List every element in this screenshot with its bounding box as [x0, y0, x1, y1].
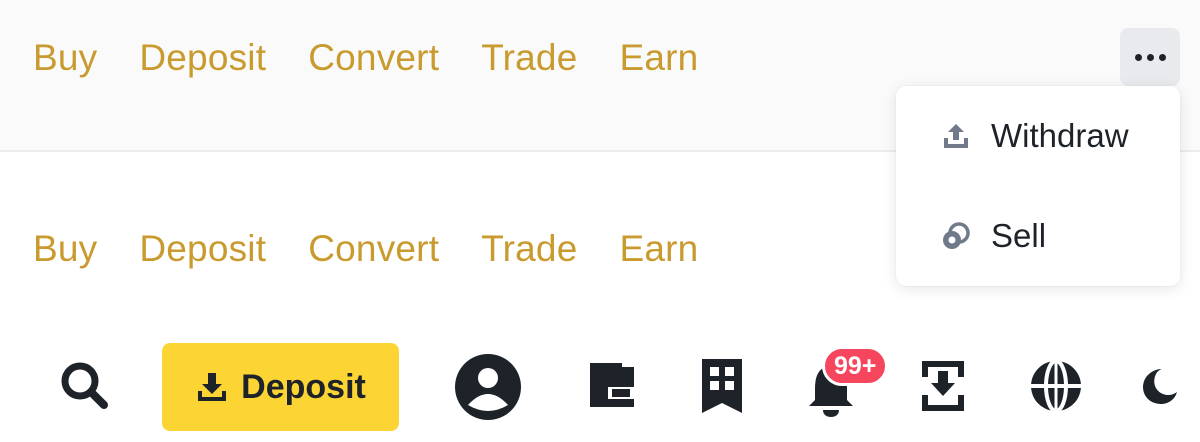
orders-icon [702, 359, 742, 413]
download-app-icon [922, 361, 964, 411]
nav-link-earn[interactable]: Earn [619, 227, 698, 271]
account-button[interactable] [454, 353, 522, 421]
nav-link-deposit[interactable]: Deposit [139, 36, 266, 80]
more-dot [1158, 53, 1166, 61]
menu-item-label: Sell [991, 217, 1047, 254]
more-button[interactable] [1120, 28, 1180, 86]
nav-link-trade[interactable]: Trade [481, 36, 577, 80]
more-dot [1146, 53, 1154, 61]
toolbar: Deposit 99+ [0, 340, 1200, 440]
search-button[interactable] [56, 357, 112, 413]
orders-button[interactable] [700, 357, 744, 415]
nav-link-earn[interactable]: Earn [619, 36, 698, 80]
nav-links-bottom: Buy Deposit Convert Trade Earn [33, 227, 698, 271]
search-icon [61, 362, 108, 409]
nav-link-convert[interactable]: Convert [308, 227, 439, 271]
deposit-button[interactable]: Deposit [162, 343, 399, 431]
sell-icon [943, 222, 970, 249]
more-dropdown-menu: Withdraw Sell [896, 86, 1180, 286]
theme-toggle-button[interactable] [1138, 366, 1178, 406]
notification-badge: 99+ [822, 346, 889, 386]
nav-link-buy[interactable]: Buy [33, 227, 97, 271]
deposit-button-label: Deposit [241, 368, 366, 406]
globe-icon [1031, 359, 1081, 413]
wallet-icon [590, 363, 634, 407]
moon-icon [1143, 369, 1177, 404]
user-avatar-icon [455, 354, 521, 420]
nav-link-convert[interactable]: Convert [308, 36, 439, 80]
nav-link-trade[interactable]: Trade [481, 227, 577, 271]
language-button[interactable] [1028, 358, 1084, 414]
wallet-button[interactable] [588, 359, 636, 411]
nav-links-top: Buy Deposit Convert Trade Earn [33, 36, 698, 80]
download-app-button[interactable] [920, 359, 966, 413]
menu-item-withdraw[interactable]: Withdraw [896, 106, 1180, 166]
upload-icon [944, 124, 968, 148]
download-icon [198, 373, 227, 401]
nav-link-deposit[interactable]: Deposit [139, 227, 266, 271]
menu-item-label: Withdraw [991, 117, 1129, 154]
more-dot [1134, 53, 1142, 61]
menu-item-sell[interactable]: Sell [896, 206, 1180, 266]
nav-link-buy[interactable]: Buy [33, 36, 97, 80]
